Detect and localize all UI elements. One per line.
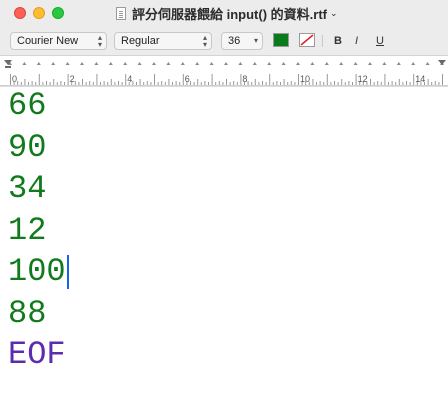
tab-stop-marker[interactable] [425, 62, 430, 65]
window-title: 評分伺服器餵給 input() 的資料.rtf [132, 6, 327, 22]
document-icon [116, 6, 126, 20]
ruler-label: 8 [242, 74, 247, 84]
tab-stop-marker[interactable] [310, 62, 315, 65]
ruler-label: 0 [12, 74, 17, 84]
tab-stop-marker[interactable] [224, 62, 228, 65]
tab-stop-marker[interactable] [339, 62, 344, 65]
document-text-area[interactable]: 66 90 34 12 100 88 EOF [0, 88, 448, 402]
tab-stop-marker[interactable] [123, 62, 128, 65]
document-line[interactable]: 88 [8, 295, 46, 332]
ruler-label: 14 [415, 74, 425, 84]
tab-stop-marker[interactable] [36, 62, 41, 65]
ruler-label: 4 [127, 74, 132, 84]
updown-arrows-icon: ▴ ▾ [202, 33, 207, 49]
tab-stop-marker[interactable] [195, 62, 200, 65]
document-line[interactable]: EOF [8, 337, 66, 373]
ruler-label: 12 [358, 74, 368, 84]
tab-stop-marker[interactable] [51, 62, 56, 65]
ruler-scale: 0 2 4 6 8 10 12 14 [0, 60, 448, 86]
bold-button[interactable]: B [334, 32, 342, 50]
underline-button[interactable]: U [376, 32, 384, 50]
tab-stop-marker[interactable] [108, 62, 113, 65]
chevron-down-icon[interactable]: ▾ [254, 37, 258, 45]
document-line[interactable]: 12 [8, 212, 46, 249]
right-indent-marker[interactable] [438, 60, 446, 65]
close-button[interactable] [14, 7, 26, 19]
tab-stop-marker[interactable] [209, 62, 214, 65]
font-size-value: 36 [228, 35, 241, 47]
ruler-label: 10 [300, 74, 310, 84]
text-caret [66, 255, 69, 289]
tab-stop-marker[interactable] [382, 62, 387, 65]
tab-stop-marker[interactable] [368, 62, 372, 65]
ruler-label: 2 [70, 74, 75, 84]
tab-stop-marker[interactable] [252, 62, 257, 65]
tab-stop-marker[interactable] [22, 62, 27, 65]
chevron-down-icon[interactable]: ⌄ [330, 8, 338, 19]
tab-stop-marker[interactable] [396, 62, 401, 65]
document-line[interactable]: 100 [8, 254, 66, 290]
format-toolbar: Courier New ▴ ▾ Regular ▴ ▾ 36 ▾ B I U [0, 26, 448, 56]
font-family-value: Courier New [17, 35, 79, 47]
window-title-group[interactable]: 評分伺服器餵給 input() 的資料.rtf ⌄ [116, 4, 338, 22]
ruler-label: 6 [185, 74, 190, 84]
tab-stop-marker[interactable] [411, 62, 416, 65]
tab-stop-marker[interactable] [152, 62, 156, 65]
minimize-button[interactable] [33, 7, 45, 19]
tab-stops[interactable] [8, 62, 444, 65]
tab-stop-marker[interactable] [65, 62, 70, 65]
tab-stop-marker[interactable] [353, 62, 358, 65]
text-color-well[interactable] [273, 33, 289, 47]
highlight-color-well[interactable] [299, 33, 315, 47]
font-size-combo[interactable]: 36 ▾ [221, 32, 263, 50]
tab-stop-marker[interactable] [94, 62, 99, 65]
document-line[interactable]: 66 [8, 88, 46, 124]
toolbar-divider [322, 35, 323, 47]
tab-stop-marker[interactable] [324, 62, 329, 65]
zoom-button[interactable] [52, 7, 64, 19]
tab-stop-marker[interactable] [137, 62, 142, 65]
document-line[interactable]: 34 [8, 171, 46, 207]
textedit-window: 評分伺服器餵給 input() 的資料.rtf ⌄ Courier New ▴ ▾… [0, 0, 448, 402]
font-style-value: Regular [121, 35, 160, 47]
tab-stop-marker[interactable] [296, 62, 300, 65]
ruler[interactable]: 0 2 4 6 8 10 12 14 [0, 57, 448, 87]
updown-arrows-icon: ▴ ▾ [97, 33, 102, 49]
tab-stop-marker[interactable] [180, 62, 185, 65]
no-color-icon [299, 33, 315, 47]
tab-stop-marker[interactable] [267, 62, 272, 65]
title-bar: 評分伺服器餵給 input() 的資料.rtf ⌄ [0, 0, 448, 26]
tab-stop-marker[interactable] [281, 62, 286, 65]
tab-stop-marker[interactable] [238, 62, 243, 65]
tab-stop-marker[interactable] [80, 62, 84, 65]
italic-button[interactable]: I [355, 32, 358, 50]
tab-stop-marker[interactable] [166, 62, 171, 65]
document-line[interactable]: 90 [8, 129, 46, 166]
font-family-select[interactable]: Courier New ▴ ▾ [10, 32, 107, 50]
font-style-select[interactable]: Regular ▴ ▾ [114, 32, 212, 50]
